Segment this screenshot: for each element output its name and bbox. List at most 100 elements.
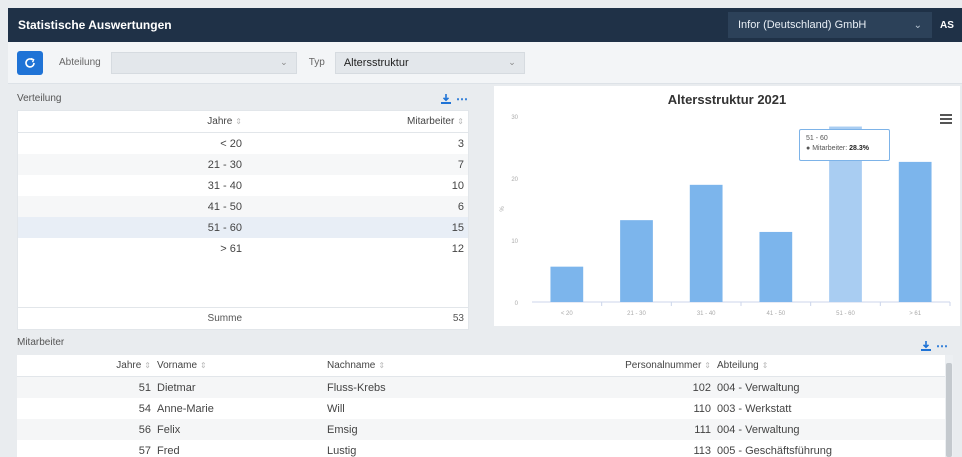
sort-icon: ⇕ (457, 117, 464, 126)
summary-row: Summe 53 (18, 307, 468, 329)
download-icon[interactable] (920, 340, 932, 352)
table-row[interactable]: 41 - 50 6 (18, 196, 468, 217)
column-label: Nachname (327, 360, 376, 371)
chevron-down-icon: ⌄ (913, 19, 922, 31)
table-row[interactable]: 31 - 40 10 (18, 175, 468, 196)
y-tick-label: 30 (511, 115, 518, 121)
app-title: Statistische Auswertungen (18, 18, 172, 32)
download-icon[interactable] (440, 93, 452, 105)
table-row[interactable]: 56 Felix Emsig 111 004 - Verwaltung (17, 419, 945, 440)
summe-value: 53 (452, 313, 464, 324)
cell-nachname: Lustig (327, 444, 357, 457)
table-row[interactable]: > 61 12 (18, 238, 468, 259)
cell-personalnummer: 113 (693, 444, 711, 457)
table-header: Jahre ⇕ Vorname ⇕ Nachname ⇕ Personalnummer… (17, 355, 945, 377)
abteilung-label: Abteilung (59, 57, 101, 68)
cell-jahre: 54 (138, 402, 151, 415)
column-label: Abteilung (717, 360, 759, 371)
cell-vorname: Felix (157, 423, 181, 436)
verteilung-label: Verteilung (17, 93, 62, 104)
app-header: Statistische Auswertungen Infor (Deutsch… (8, 8, 962, 42)
column-vorname[interactable]: Vorname ⇕ (151, 360, 321, 371)
x-tick-label: 51 - 60 (836, 311, 855, 317)
cell-personalnummer: 111 (694, 423, 711, 436)
cell-jahre: 31 - 40 (207, 179, 242, 192)
x-tick-label: 21 - 30 (627, 311, 646, 317)
sort-icon: ⇕ (200, 361, 207, 370)
chart-tooltip: 51 - 60 ● Mitarbeiter: 28.3% (799, 129, 890, 161)
scrollbar-thumb[interactable] (946, 363, 952, 457)
column-label: Mitarbeiter (407, 116, 455, 127)
cell-jahre: 51 (138, 381, 151, 394)
cell-vorname: Anne-Marie (157, 402, 214, 415)
tooltip-value-line: ● Mitarbeiter: 28.3% (806, 145, 870, 152)
mitarbeiter-table: Jahre ⇕ Vorname ⇕ Nachname ⇕ Personalnummer… (17, 355, 945, 457)
column-jahre[interactable]: Jahre ⇕ (17, 360, 151, 371)
summe-label: Summe (207, 313, 242, 324)
chevron-down-icon: ⌄ (508, 57, 516, 67)
table-row[interactable]: 57 Fred Lustig 113 005 - Geschäftsführun… (17, 440, 945, 457)
table-row[interactable]: 51 Dietmar Fluss-Krebs 102 004 - Verwalt… (17, 377, 945, 398)
mitarbeiter-label: Mitarbeiter (17, 337, 65, 348)
cell-abteilung: 004 - Verwaltung (717, 381, 800, 394)
column-label: Personalnummer (625, 360, 702, 371)
cell-jahre: 41 - 50 (207, 200, 242, 213)
y-tick-label: 20 (511, 177, 518, 183)
table-row[interactable]: 21 - 30 7 (18, 154, 468, 175)
chart-panel: Altersstruktur 2021 0 10 20 30% < 20 21 - 30 3… (494, 86, 960, 326)
bar-1 (620, 220, 653, 302)
table-row[interactable]: < 20 3 (18, 133, 468, 154)
cell-nachname: Fluss-Krebs (327, 381, 386, 394)
cell-personalnummer: 102 (692, 381, 711, 394)
bar-2 (689, 184, 723, 302)
cell-mitarbeiter: 10 (451, 179, 464, 192)
chevron-down-icon: ⌄ (280, 57, 288, 67)
more-icon[interactable]: ⋯ (936, 339, 948, 353)
filter-bar: Abteilung ⌄ Typ Altersstruktur ⌄ (8, 42, 962, 84)
typ-select[interactable]: Altersstruktur ⌄ (334, 51, 525, 74)
bar-chart: 0 10 20 30% < 20 21 - 30 31 - 40 41 - 50 51 - 60… (500, 115, 951, 317)
table-scrollbar[interactable] (945, 355, 953, 457)
x-tick-label: 41 - 50 (766, 311, 785, 317)
cell-mitarbeiter: 3 (457, 137, 464, 150)
cell-jahre: 21 - 30 (207, 158, 242, 171)
typ-label: Typ (308, 57, 325, 68)
table-row-selected[interactable]: 51 - 60 15 (18, 217, 468, 238)
company-select[interactable]: Infor (Deutschland) GmbH ⌄ (728, 12, 932, 38)
cell-vorname: Dietmar (157, 381, 196, 394)
verteilung-table: Jahre ⇕ Mitarbeiter ⇕ < 20 3 21 - 30 7 31 … (17, 110, 469, 330)
refresh-button[interactable] (17, 50, 43, 75)
column-label: Jahre (207, 116, 233, 127)
cell-nachname: Will (327, 402, 345, 415)
cell-mitarbeiter: 7 (457, 158, 464, 171)
column-label: Jahre (116, 360, 142, 371)
mitarbeiter-tools: ⋯ (920, 339, 948, 353)
cell-personalnummer: 110 (693, 402, 711, 415)
abteilung-select[interactable]: ⌄ (110, 51, 297, 74)
more-icon[interactable]: ⋯ (456, 92, 468, 106)
table-row[interactable]: 54 Anne-Marie Will 110 003 - Werkstatt (17, 398, 945, 419)
cell-jahre: > 61 (220, 242, 242, 255)
x-tick-label: > 61 (909, 311, 922, 317)
cell-mitarbeiter: 15 (451, 221, 464, 234)
cell-mitarbeiter: 6 (457, 200, 464, 213)
cell-vorname: Fred (157, 444, 180, 457)
company-value: Infor (Deutschland) GmbH (738, 19, 867, 31)
column-jahre[interactable]: Jahre ⇕ (18, 116, 242, 127)
cell-mitarbeiter: 12 (451, 242, 464, 255)
column-personalnummer[interactable]: Personalnummer ⇕ (591, 360, 711, 371)
bar-5 (898, 161, 932, 302)
x-tick-label: 31 - 40 (697, 311, 716, 317)
sort-icon: ⇕ (144, 361, 151, 370)
tooltip-value: 28.3% (849, 145, 870, 152)
bar-3 (759, 231, 793, 302)
column-nachname[interactable]: Nachname ⇕ (321, 360, 591, 371)
y-axis-label: % (500, 206, 506, 212)
column-abteilung[interactable]: Abteilung ⇕ (711, 360, 931, 371)
column-mitarbeiter[interactable]: Mitarbeiter ⇕ (242, 116, 464, 127)
user-avatar[interactable]: AS (940, 20, 962, 31)
tooltip-category: 51 - 60 (806, 135, 828, 142)
sort-icon: ⇕ (761, 361, 769, 370)
sort-icon: ⇕ (378, 361, 386, 370)
cell-jahre: 57 (138, 444, 151, 457)
